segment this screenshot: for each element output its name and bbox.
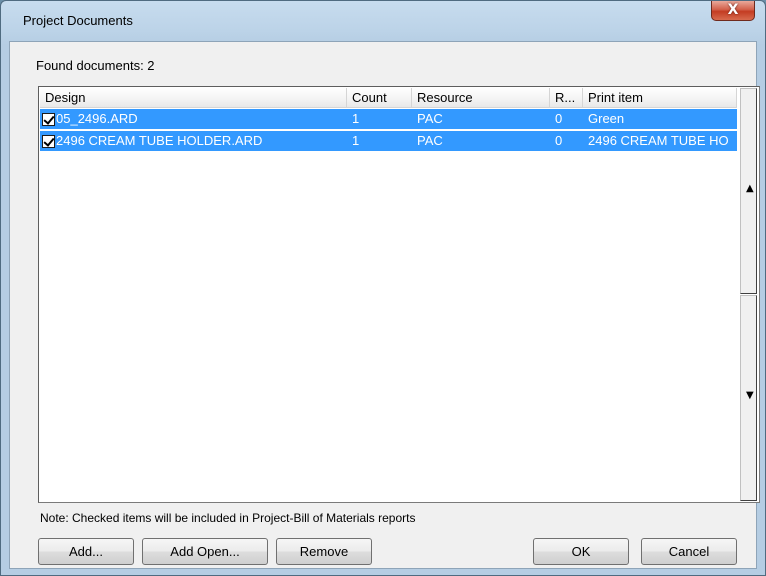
title-bar[interactable]: Project Documents X: [1, 1, 765, 41]
column-header-count[interactable]: Count: [347, 88, 412, 108]
list-rows: 05_2496.ARD 1 PAC 0 Green 2496 CREAM TUB…: [40, 109, 737, 153]
add-open-button[interactable]: Add Open...: [142, 538, 268, 565]
arrow-down-icon: ▼: [746, 390, 754, 401]
add-button[interactable]: Add...: [38, 538, 134, 565]
documents-list[interactable]: Design Count Resource R... Print item 05…: [38, 86, 760, 503]
print-item-cell: 2496 CREAM TUBE HO: [588, 133, 729, 148]
checkbox-checked-icon[interactable]: [42, 134, 55, 148]
design-name: 2496 CREAM TUBE HOLDER.ARD: [56, 133, 263, 148]
remove-button[interactable]: Remove: [276, 538, 372, 565]
found-documents-label: Found documents: 2: [36, 58, 155, 73]
resource-cell: PAC: [417, 111, 443, 126]
scroll-up-button[interactable]: ▲: [740, 88, 757, 294]
column-header-r[interactable]: R...: [550, 88, 583, 108]
column-header-print-item[interactable]: Print item: [583, 88, 737, 108]
r-cell: 0: [555, 133, 563, 148]
scroll-down-button[interactable]: ▼: [740, 295, 757, 501]
column-header-design[interactable]: Design: [40, 88, 347, 108]
vertical-scrollbar[interactable]: ▲ ▼: [738, 88, 758, 501]
table-row[interactable]: 2496 CREAM TUBE HOLDER.ARD 1 PAC 0 2496 …: [40, 131, 737, 151]
design-name: 05_2496.ARD: [56, 111, 138, 126]
design-cell: 05_2496.ARD: [40, 109, 347, 129]
list-header: Design Count Resource R... Print item: [40, 88, 737, 108]
dialog-client-area: Found documents: 2 Design Count Resource…: [9, 41, 760, 569]
bom-note: Note: Checked items will be included in …: [40, 511, 416, 525]
column-header-resource[interactable]: Resource: [412, 88, 550, 108]
checkbox-checked-icon[interactable]: [42, 112, 55, 126]
cancel-button[interactable]: Cancel: [641, 538, 737, 565]
print-item-cell: Green: [588, 111, 625, 126]
design-cell: 2496 CREAM TUBE HOLDER.ARD: [40, 131, 347, 151]
count-cell: 1: [352, 111, 360, 126]
resource-cell: PAC: [417, 133, 443, 148]
ok-button[interactable]: OK: [533, 538, 629, 565]
close-button[interactable]: X: [711, 1, 755, 21]
project-documents-dialog: Project Documents X Found documents: 2 D…: [0, 0, 766, 576]
r-cell: 0: [555, 111, 563, 126]
window-title: Project Documents: [23, 13, 133, 28]
arrow-up-icon: ▲: [746, 183, 754, 194]
count-cell: 1: [352, 133, 360, 148]
table-row[interactable]: 05_2496.ARD 1 PAC 0 Green: [40, 109, 737, 129]
